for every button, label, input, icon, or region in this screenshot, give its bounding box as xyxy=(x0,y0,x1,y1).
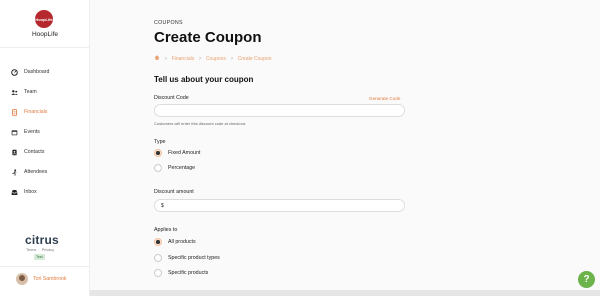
radio-button[interactable] xyxy=(154,269,162,277)
horizontal-scrollbar[interactable] xyxy=(90,290,600,296)
dashboard-icon xyxy=(11,68,18,76)
sidebar-item-events[interactable]: Events xyxy=(0,122,90,142)
breadcrumb-separator: > xyxy=(230,56,234,62)
user-name[interactable]: Tori Sambrook xyxy=(33,276,66,282)
page-title: Create Coupon xyxy=(154,29,262,46)
radio-button[interactable] xyxy=(154,164,162,172)
legal-links: Terms · Privacy xyxy=(26,248,54,252)
discount-code-help: Customers will enter this discount code … xyxy=(154,121,247,126)
sidebar-item-inbox[interactable]: Inbox xyxy=(0,182,90,202)
applies-option-specific-products[interactable]: Specific products xyxy=(154,269,208,277)
user-divider xyxy=(0,266,90,267)
discount-code-input[interactable] xyxy=(154,104,405,117)
breadcrumb-coupons[interactable]: Coupons xyxy=(206,56,226,62)
radio-label: Specific product types xyxy=(168,255,220,261)
avatar[interactable] xyxy=(16,273,28,285)
team-icon xyxy=(11,89,18,96)
page-eyebrow: COUPONS xyxy=(154,20,183,26)
sidebar-item-label: Contacts xyxy=(24,149,45,155)
type-label: Type xyxy=(154,139,166,145)
financials-icon xyxy=(11,108,18,116)
privacy-link[interactable]: Privacy xyxy=(42,248,54,252)
help-button[interactable]: ? xyxy=(578,271,595,288)
breadcrumb-financials[interactable]: Financials xyxy=(172,56,195,62)
sidebar-item-attendees[interactable]: Attendees xyxy=(0,162,90,182)
sidebar-item-label: Events xyxy=(24,129,40,135)
sidebar-divider xyxy=(0,47,90,48)
type-option-fixed-amount[interactable]: Fixed Amount xyxy=(154,149,200,157)
generate-code-link[interactable]: Generate Code xyxy=(369,96,400,101)
brand-logo[interactable]: HoopLife xyxy=(35,10,53,28)
radio-button[interactable] xyxy=(154,254,162,262)
applies-option-all-products[interactable]: All products xyxy=(154,238,196,246)
breadcrumb-separator: > xyxy=(198,56,202,62)
discount-amount-input[interactable]: $ xyxy=(154,199,405,212)
discount-amount-label: Discount amount xyxy=(154,189,194,195)
home-icon[interactable] xyxy=(154,55,161,62)
terms-link[interactable]: Terms xyxy=(26,248,36,252)
applies-to-label: Applies to xyxy=(154,227,178,233)
sidebar-item-label: Team xyxy=(24,89,37,95)
citrus-logo: citrus xyxy=(25,233,59,247)
radio-button-checked[interactable] xyxy=(154,238,162,246)
environment-badge: Test xyxy=(34,254,45,260)
sidebar-item-label: Inbox xyxy=(24,189,37,195)
sidebar-item-dashboard[interactable]: Dashboard xyxy=(0,62,90,82)
radio-label: Percentage xyxy=(168,165,196,171)
discount-code-label: Discount Code xyxy=(154,95,189,101)
breadcrumb-current: Create Coupon xyxy=(237,56,272,62)
contacts-icon xyxy=(11,149,18,156)
sidebar-item-label: Financials xyxy=(24,109,48,115)
breadcrumb: > Financials > Coupons > Create Coupon xyxy=(154,55,272,62)
sidebar-item-label: Dashboard xyxy=(24,69,50,75)
currency-prefix: $ xyxy=(161,202,164,209)
sidebar-item-team[interactable]: Team xyxy=(0,82,90,102)
sidebar-item-label: Attendees xyxy=(24,169,48,175)
radio-label: Fixed Amount xyxy=(168,150,201,156)
brand-name: HoopLife xyxy=(31,31,59,38)
legal-separator: · xyxy=(38,248,40,252)
sidebar-nav: Dashboard Team Financials Events Contact… xyxy=(0,62,90,202)
sidebar-item-financials[interactable]: Financials xyxy=(0,102,90,122)
sidebar: HoopLife HoopLife Dashboard Team Financi… xyxy=(0,0,90,296)
sidebar-item-contacts[interactable]: Contacts xyxy=(0,142,90,162)
attendees-icon xyxy=(11,168,18,176)
radio-label: Specific products xyxy=(168,270,209,276)
applies-option-specific-product-types[interactable]: Specific product types xyxy=(154,254,220,262)
radio-button-checked[interactable] xyxy=(154,149,162,157)
radio-label: All products xyxy=(168,239,196,245)
section-title: Tell us about your coupon xyxy=(154,75,254,84)
events-icon xyxy=(11,129,18,136)
breadcrumb-separator: > xyxy=(164,56,168,62)
type-option-percentage[interactable]: Percentage xyxy=(154,164,195,172)
inbox-icon xyxy=(11,189,18,196)
